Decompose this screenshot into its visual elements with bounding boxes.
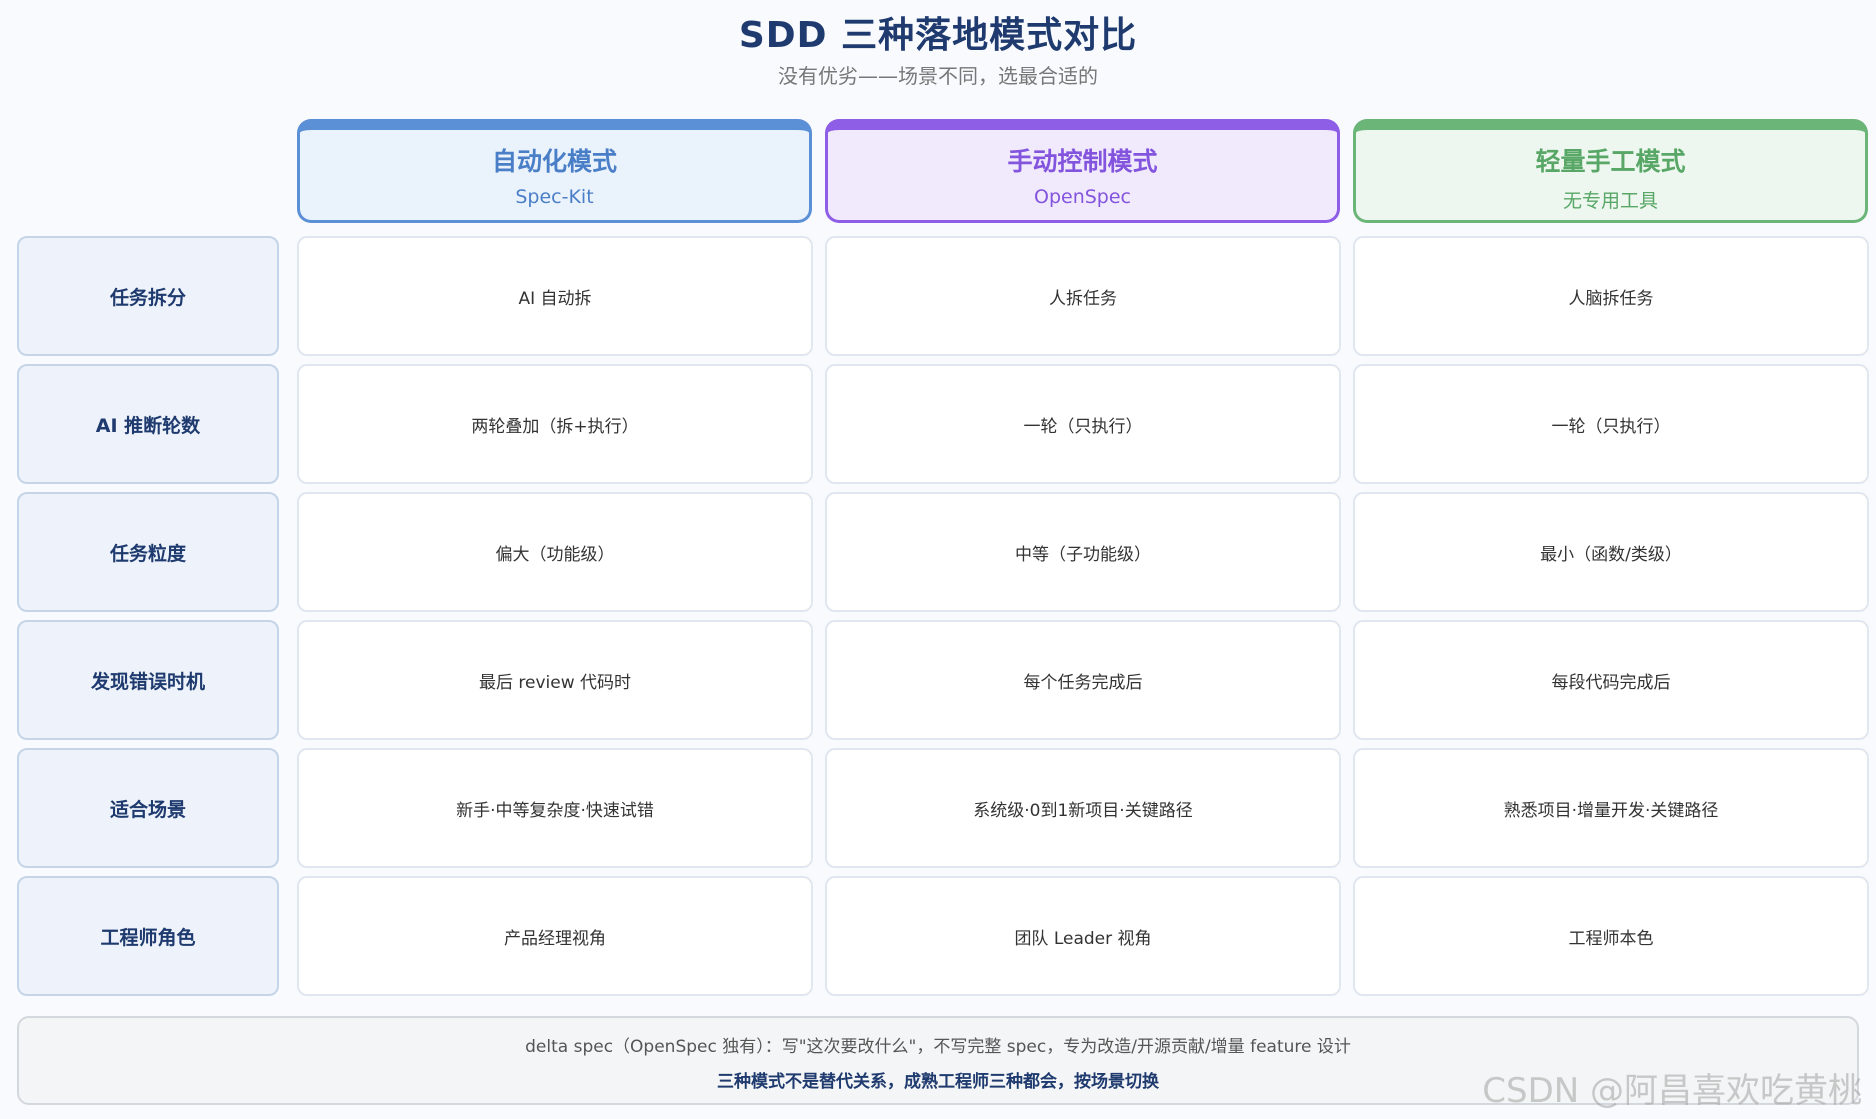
table-cell: 熟悉项目·增量开发·关键路径: [1353, 748, 1869, 868]
table-cell: 偏大（功能级）: [297, 492, 813, 612]
page-subtitle: 没有优劣——场景不同，选最合适的: [778, 64, 1098, 88]
table-cell: 人拆任务: [825, 236, 1341, 356]
watermark: CSDN @阿昌喜欢吃黄桃: [1482, 1071, 1862, 1111]
page-title: SDD 三种落地模式对比: [738, 15, 1138, 56]
table-cell: 每个任务完成后: [825, 620, 1341, 740]
row-label-engineer-role: 工程师角色: [17, 876, 279, 996]
table-cell: 最后 review 代码时: [297, 620, 813, 740]
column-name: 手动控制模式: [1007, 147, 1158, 176]
table-cell: 一轮（只执行）: [1353, 364, 1869, 484]
table-cell: 每段代码完成后: [1353, 620, 1869, 740]
row-label-suitable-scenarios: 适合场景: [17, 748, 279, 868]
column-header-automation: 自动化模式 Spec-Kit: [297, 119, 812, 223]
column-header-manual-control: 手动控制模式 OpenSpec: [825, 119, 1340, 223]
table-cell: 人脑拆任务: [1353, 236, 1869, 356]
column-name: 轻量手工模式: [1535, 147, 1686, 176]
table-cell: 中等（子功能级）: [825, 492, 1341, 612]
table-cell: 工程师本色: [1353, 876, 1869, 996]
column-name: 自动化模式: [491, 147, 617, 176]
footnote-delta-spec: delta spec（OpenSpec 独有）：写"这次要改什么"，不写完整 s…: [525, 1037, 1351, 1057]
table-cell: 一轮（只执行）: [825, 364, 1341, 484]
row-label-error-discovery-timing: 发现错误时机: [17, 620, 279, 740]
table-cell: AI 自动拆: [297, 236, 813, 356]
table-cell: 最小（函数/类级）: [1353, 492, 1869, 612]
column-tool: Spec-Kit: [515, 186, 594, 208]
row-label-ai-inference-rounds: AI 推断轮数: [17, 364, 279, 484]
table-cell: 新手·中等复杂度·快速试错: [297, 748, 813, 868]
column-tool: OpenSpec: [1033, 186, 1131, 208]
table-cell: 产品经理视角: [297, 876, 813, 996]
column-header-lightweight-manual: 轻量手工模式 无专用工具: [1353, 119, 1868, 223]
table-cell: 系统级·0到1新项目·关键路径: [825, 748, 1341, 868]
table-cell: 两轮叠加（拆+执行）: [297, 364, 813, 484]
row-label-task-granularity: 任务粒度: [17, 492, 279, 612]
row-label-task-split: 任务拆分: [17, 236, 279, 356]
table-cell: 团队 Leader 视角: [825, 876, 1341, 996]
column-tool: 无专用工具: [1562, 190, 1658, 212]
